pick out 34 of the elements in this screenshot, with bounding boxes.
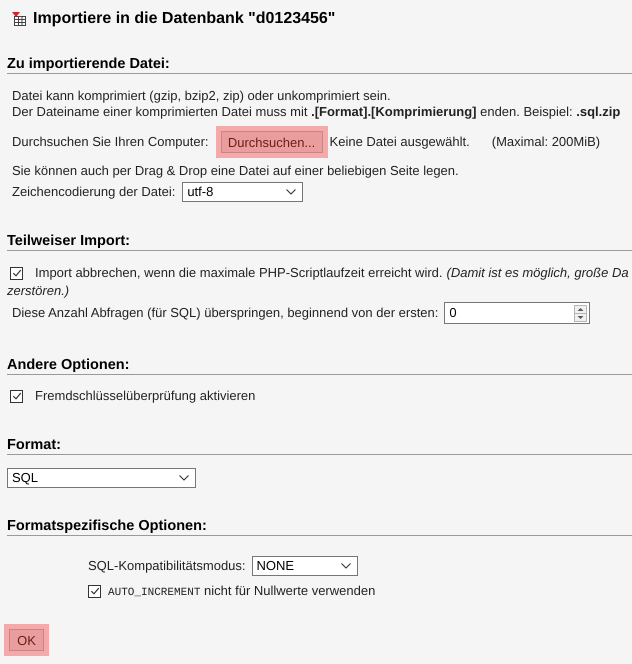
section-heading: Teilweiser Import: [7, 232, 632, 251]
skip-queries-field[interactable]: 0 [444, 302, 590, 324]
section-heading: Andere Optionen: [7, 356, 632, 375]
checkbox[interactable] [10, 266, 23, 280]
chevron-down-icon [179, 475, 189, 481]
database-table-icon [11, 11, 27, 27]
browse-label: Durchsuchen Sie Ihren Computer: [12, 133, 209, 152]
note-text: (Damit ist es möglich, große Da [446, 264, 629, 282]
charset-label: Zeichencodierung der Datei: [12, 183, 176, 202]
section-heading: Zu importierende Datei: [7, 55, 632, 74]
compatibility-select[interactable]: NONE [252, 556, 358, 576]
ok-button[interactable]: OK [9, 629, 44, 651]
section-heading: Format: [7, 436, 632, 455]
charset-select[interactable]: utf-8 [182, 182, 304, 202]
compatibility-label: SQL-Kompatibilitätsmodus: [88, 557, 246, 576]
page-title: Importiere in die Datenbank "d0123456" [33, 9, 336, 29]
checkbox[interactable] [10, 390, 23, 402]
section-heading: Formatspezifische Optionen: [7, 517, 632, 536]
info-text: Datei kann komprimiert (gzip, bzip2, zip) oder unkomprimiert sein. [12, 88, 392, 104]
format-select[interactable]: SQL [7, 468, 196, 488]
spinner-arrows-icon [574, 304, 588, 322]
checkbox[interactable] [88, 584, 101, 598]
checkbox-label: Fremdschlüsselüberprüfung aktivieren [35, 387, 256, 406]
note-text: zerstören.) [6, 282, 70, 300]
max-size-text: (Maximal: 200MiB) [492, 133, 600, 152]
browse-button[interactable]: Durchsuchen... [220, 131, 323, 153]
checkbox-label: AUTO_INCREMENT nicht für Nullwerte verwenden [108, 582, 376, 601]
info-text: Der Dateiname einer komprimierten Datei muss mit .[Format].[Komprimierung] enden. Beispiel: .sql.zip [12, 104, 622, 120]
skip-queries-label: Diese Anzahl Abfragen (für SQL) überspringen, beginnend von der ersten: [12, 304, 438, 322]
file-status: Keine Datei ausgewählt. [330, 133, 470, 152]
chevron-down-icon [286, 189, 296, 195]
drag-drop-hint: Sie können auch per Drag & Drop eine Datei auf einer beliebigen Seite legen. [11, 163, 460, 179]
checkbox-label: Import abbrechen, wenn die maximale PHP-Scriptlaufzeit erreicht wird. [35, 264, 443, 282]
chevron-down-icon [340, 563, 351, 569]
